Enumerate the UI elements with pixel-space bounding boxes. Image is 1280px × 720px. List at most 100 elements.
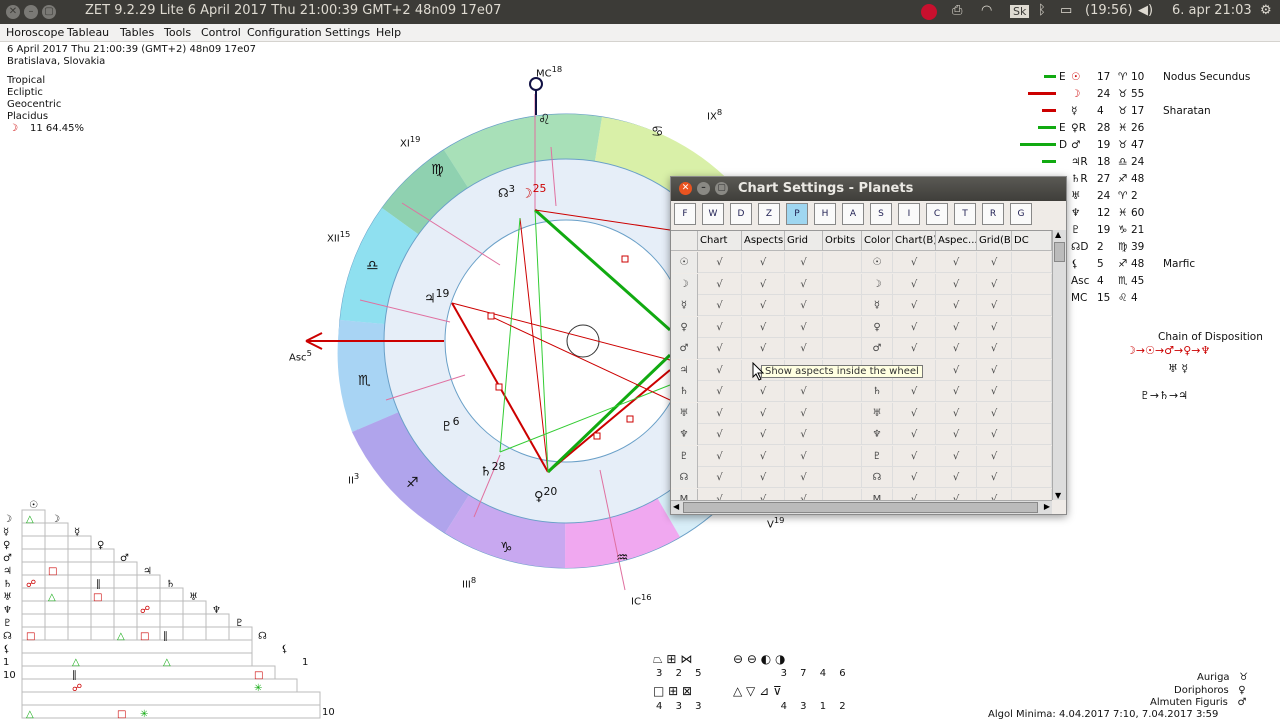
empty-cell[interactable] [823, 467, 862, 488]
dialog-minimize-icon[interactable]: – [697, 182, 710, 195]
checkbox-cell[interactable]: √ [698, 402, 742, 424]
table-row[interactable]: ☿ √ √ √ ☿ √ √ √ [671, 295, 1052, 316]
checkbox-cell[interactable]: √ [936, 295, 977, 316]
checkbox-cell[interactable]: √ [977, 273, 1012, 295]
scroll-right-icon[interactable]: ▶ [1044, 502, 1050, 511]
color-cell[interactable]: ☉ [862, 252, 893, 273]
checkbox-cell[interactable]: √ [785, 316, 823, 338]
toolbar-button-r[interactable]: R [982, 203, 1004, 225]
empty-cell[interactable] [1012, 295, 1052, 316]
aspect-grid[interactable]: ☉ ☽ ☽ ☿ ☿ ♀ ♀ ♂ ♂ ♃ ♃ ♄ ♄ ♅ ♅ ♆ ♆ ♇ ♇ ☊ ☊ ⚸ ⚸ 1 1 10… [0, 495, 340, 720]
toolbar-button-p[interactable]: P [786, 203, 808, 225]
table-row[interactable]: ♀ √ √ √ ♀ √ √ √ [671, 316, 1052, 338]
empty-cell[interactable] [1012, 467, 1052, 488]
checkbox-cell[interactable]: √ [936, 381, 977, 402]
toolbar-button-d[interactable]: D [730, 203, 752, 225]
column-header-5[interactable]: Chart(B) [893, 231, 936, 251]
toolbar-button-g[interactable]: G [1010, 203, 1032, 225]
column-header-2[interactable]: Grid [785, 231, 823, 251]
scroll-left-icon[interactable]: ◀ [673, 502, 679, 511]
empty-cell[interactable] [1012, 316, 1052, 338]
horizontal-scroll-thumb[interactable] [683, 502, 1038, 513]
color-cell[interactable]: ♇ [862, 445, 893, 467]
dialog-maximize-icon[interactable]: ▢ [715, 182, 728, 195]
scroll-up-icon[interactable]: ▲ [1055, 230, 1061, 239]
table-row[interactable]: ♅ √ √ √ ♅ √ √ √ [671, 402, 1052, 424]
toolbar-button-w[interactable]: W [702, 203, 724, 225]
checkbox-cell[interactable]: √ [785, 252, 823, 273]
column-header-4[interactable]: Color [862, 231, 893, 251]
table-row[interactable]: ☽ √ √ √ ☽ √ √ √ [671, 273, 1052, 295]
checkbox-cell[interactable]: √ [698, 338, 742, 359]
checkbox-cell[interactable]: √ [893, 252, 936, 273]
column-header-6[interactable]: Aspec... [936, 231, 977, 251]
checkbox-cell[interactable]: √ [936, 402, 977, 424]
checkbox-cell[interactable]: √ [977, 445, 1012, 467]
empty-cell[interactable] [823, 316, 862, 338]
checkbox-cell[interactable]: √ [936, 467, 977, 488]
checkbox-cell[interactable]: √ [698, 359, 742, 381]
empty-cell[interactable] [1012, 381, 1052, 402]
checkbox-cell[interactable]: √ [893, 402, 936, 424]
empty-cell[interactable] [823, 295, 862, 316]
color-cell[interactable]: ☽ [862, 273, 893, 295]
empty-cell[interactable] [1012, 424, 1052, 445]
checkbox-cell[interactable]: √ [977, 381, 1012, 402]
table-row[interactable]: ☉ √ √ √ ☉ √ √ √ [671, 252, 1052, 273]
checkbox-cell[interactable]: √ [742, 252, 785, 273]
toolbar-button-c[interactable]: C [926, 203, 948, 225]
checkbox-cell[interactable]: √ [698, 424, 742, 445]
checkbox-cell[interactable]: √ [698, 381, 742, 402]
checkbox-cell[interactable]: √ [785, 338, 823, 359]
checkbox-cell[interactable]: √ [977, 295, 1012, 316]
vertical-scrollbar[interactable]: ▲ ▼ [1052, 230, 1066, 500]
color-cell[interactable]: ☿ [862, 295, 893, 316]
checkbox-cell[interactable]: √ [742, 273, 785, 295]
table-row[interactable]: ♄ √ √ √ ♄ √ √ √ [671, 381, 1052, 402]
checkbox-cell[interactable]: √ [893, 316, 936, 338]
checkbox-cell[interactable]: √ [698, 273, 742, 295]
color-cell[interactable]: ♅ [862, 402, 893, 424]
checkbox-cell[interactable]: √ [742, 445, 785, 467]
column-header-1[interactable]: Aspects [742, 231, 785, 251]
toolbar-button-t[interactable]: T [954, 203, 976, 225]
toolbar-button-z[interactable]: Z [758, 203, 780, 225]
column-header-7[interactable]: Grid(B) [977, 231, 1012, 251]
checkbox-cell[interactable]: √ [785, 295, 823, 316]
checkbox-cell[interactable]: √ [893, 467, 936, 488]
dialog-title-bar[interactable]: ✕ – ▢ Chart Settings - Planets [671, 177, 1066, 201]
checkbox-cell[interactable]: √ [785, 402, 823, 424]
checkbox-cell[interactable]: √ [893, 273, 936, 295]
empty-cell[interactable] [1012, 273, 1052, 295]
toolbar-button-s[interactable]: S [870, 203, 892, 225]
empty-cell[interactable] [823, 424, 862, 445]
checkbox-cell[interactable]: √ [977, 402, 1012, 424]
empty-cell[interactable] [823, 381, 862, 402]
checkbox-cell[interactable]: √ [785, 273, 823, 295]
empty-cell[interactable] [823, 445, 862, 467]
checkbox-cell[interactable]: √ [893, 381, 936, 402]
empty-cell[interactable] [1012, 402, 1052, 424]
checkbox-cell[interactable]: √ [977, 467, 1012, 488]
checkbox-cell[interactable]: √ [977, 316, 1012, 338]
checkbox-cell[interactable]: √ [785, 467, 823, 488]
checkbox-cell[interactable]: √ [893, 445, 936, 467]
checkbox-cell[interactable]: √ [698, 295, 742, 316]
horizontal-scrollbar[interactable]: ◀ ▶ [671, 500, 1052, 514]
checkbox-cell[interactable]: √ [785, 445, 823, 467]
color-cell[interactable]: ♆ [862, 424, 893, 445]
checkbox-cell[interactable]: √ [785, 424, 823, 445]
checkbox-cell[interactable]: √ [742, 402, 785, 424]
checkbox-cell[interactable]: √ [936, 338, 977, 359]
empty-cell[interactable] [823, 338, 862, 359]
checkbox-cell[interactable]: √ [698, 316, 742, 338]
empty-cell[interactable] [823, 252, 862, 273]
checkbox-cell[interactable]: √ [977, 338, 1012, 359]
color-cell[interactable]: ☊ [862, 467, 893, 488]
table-row[interactable]: ♂ √ √ √ ♂ √ √ √ [671, 338, 1052, 359]
table-row[interactable]: ☊ √ √ √ ☊ √ √ √ [671, 467, 1052, 488]
checkbox-cell[interactable]: √ [698, 467, 742, 488]
toolbar-button-f[interactable]: F [674, 203, 696, 225]
empty-cell[interactable] [1012, 445, 1052, 467]
checkbox-cell[interactable]: √ [698, 445, 742, 467]
